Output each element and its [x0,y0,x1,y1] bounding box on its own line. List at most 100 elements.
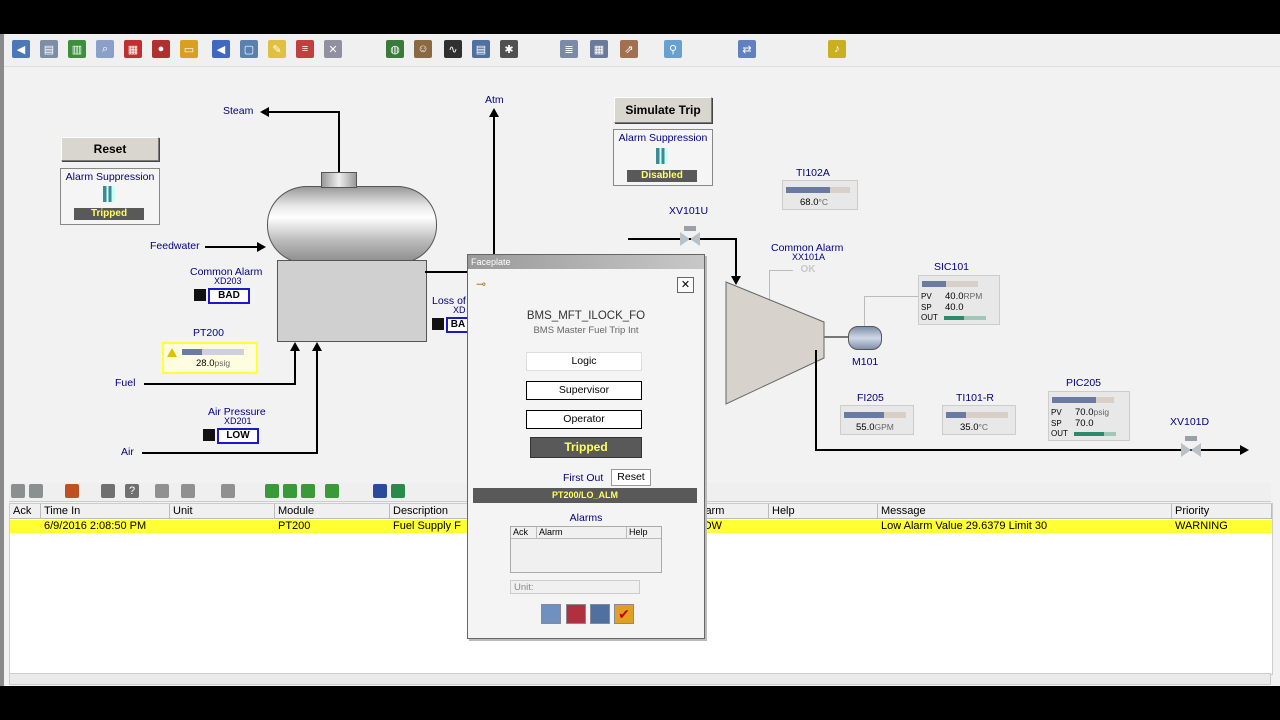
pin-icon[interactable]: ⊸ [476,277,486,291]
column-unit[interactable]: Unit [170,504,275,519]
column-message[interactable]: Message [878,504,1172,519]
close-icon[interactable]: ✕ [677,277,694,293]
search-icon[interactable] [541,604,561,624]
left-arrow-icon[interactable]: ◀ [212,40,230,58]
edit-icon[interactable]: ▤ [472,40,490,58]
faceplate-name: BMS_MFT_ILOCK_FO [526,310,646,322]
globe-icon[interactable]: ◍ [386,40,404,58]
ti102a-indicator[interactable]: 68.0°C [782,180,858,210]
first-out-reset-button[interactable]: Reset [611,469,651,486]
column-ack[interactable]: Ack [10,504,41,519]
trend-icon[interactable] [391,484,405,498]
suppress-icon[interactable] [301,484,315,498]
alarm-col-help: Help [627,527,661,539]
main-toolbar: ◀ ▤ ▥ ⌕ ▦ ● ▭ ◀ ▢ ✎ ≡ ✕ ◍ ☺ ∿ ▤ ✱ ≣ ▦ ⇗ … [4,34,1280,67]
export-icon[interactable] [221,484,235,498]
pic205-bar [1052,397,1096,403]
motor-m101[interactable] [848,326,882,350]
details-icon[interactable] [181,484,195,498]
pic205-controller[interactable]: PV 70.0psig SP 70.0 OUT [1048,391,1130,441]
print-icon[interactable] [155,484,169,498]
air-label: Air [121,446,134,458]
pic205-tag: PIC205 [1066,377,1102,389]
export-icon[interactable]: ⇗ [620,40,638,58]
ti101r-unit: °C [978,422,989,432]
common-alarm-right-tag: XX101A [792,252,826,262]
suppression-icon [656,148,668,164]
pic205-sp-label: SP [1051,419,1062,428]
grid-icon[interactable]: ▦ [124,40,142,58]
steam-drum [267,186,437,264]
delete-icon[interactable]: ✕ [324,40,342,58]
reset-button-left[interactable]: Reset [61,137,159,161]
column-time-in[interactable]: Time In [41,504,170,519]
silence-icon[interactable] [101,484,115,498]
cell-module: PT200 [278,520,311,532]
display-icon[interactable]: ▢ [240,40,258,58]
trend-icon[interactable]: ▥ [68,40,86,58]
print-icon[interactable]: ▤ [40,40,58,58]
cell-ack [10,520,41,533]
search-icon[interactable]: ⌕ [96,40,114,58]
unit-field[interactable]: Unit: [510,580,640,594]
common-alarm-right-status[interactable]: OK [793,264,823,276]
faceplate-details-icon[interactable] [566,604,586,624]
cell-priority: WARNING [1175,520,1228,532]
simulate-trip-button[interactable]: Simulate Trip [614,97,712,123]
table-icon[interactable]: ▦ [590,40,608,58]
trip-state: Tripped [530,437,642,458]
checkmark-icon[interactable]: ✔ [614,604,634,624]
air-pressure-status[interactable]: LOW [217,428,259,444]
boiler-body [277,260,427,342]
disable-icon[interactable] [283,484,297,498]
note-icon[interactable]: ✎ [268,40,286,58]
common-alarm-status[interactable]: BAD [208,288,250,304]
list-icon[interactable]: ≡ [296,40,314,58]
column-help[interactable]: Help [769,504,878,519]
sic101-controller[interactable]: PV 40.0RPM SP 40.0 OUT [918,275,1000,325]
column-priority[interactable]: Priority [1172,504,1272,519]
acknowledge-icon[interactable] [65,484,79,498]
logic-button[interactable]: Logic [526,352,642,371]
display-icon[interactable] [373,484,387,498]
users-icon[interactable]: ● [152,40,170,58]
trend-icon[interactable] [590,604,610,624]
operator-button[interactable]: Operator [526,410,642,429]
group-icon[interactable]: ☺ [414,40,432,58]
supervisor-button[interactable]: Supervisor [526,381,642,400]
horizontal-scrollbar[interactable] [9,673,1271,685]
tools-icon[interactable]: ✱ [500,40,518,58]
column-module[interactable]: Module [275,504,390,519]
filter-icon[interactable]: ⚲ [664,40,682,58]
fi205-indicator[interactable]: 55.0GPM [840,405,914,435]
faceplate-title[interactable]: Faceplate [468,255,704,269]
first-out-value: PT200/LO_ALM [473,488,697,503]
faceplate-alarm-list[interactable]: Ack Alarm Help [510,526,662,573]
sort-icon[interactable] [29,484,43,498]
back-icon[interactable]: ◀ [12,40,30,58]
chart-icon[interactable]: ∿ [444,40,462,58]
cell-message: Low Alarm Value 29.6379 Limit 30 [881,520,1048,532]
alarm-suppression-right: Alarm Suppression Disabled [613,129,713,186]
bell-icon[interactable]: ♪ [828,40,846,58]
column-alarm[interactable]: larm [700,504,769,519]
sic101-pv-unit: RPM [963,291,983,301]
layout-icon[interactable]: ⇄ [738,40,756,58]
faceplate-link-icon[interactable] [203,429,215,441]
common-alarm-tag: XD203 [214,276,242,286]
folder-icon[interactable]: ▭ [180,40,198,58]
ti101r-indicator[interactable]: 35.0°C [942,405,1016,435]
enable-icon[interactable] [265,484,279,498]
fi205-tag: FI205 [857,392,884,404]
pic205-out-label: OUT [1051,429,1068,438]
report-icon[interactable]: ≣ [560,40,578,58]
faceplate-link-icon[interactable] [194,289,206,301]
sic101-pv: 40.0 [945,291,964,302]
pt200-indicator[interactable]: 28.0psig [162,342,258,374]
filter-icon[interactable] [11,484,25,498]
help-icon[interactable]: ? [125,484,139,498]
fuel-label: Fuel [115,377,136,389]
faceplate-link-icon[interactable] [432,318,444,330]
ti102a-unit: °C [818,197,829,207]
shelve-icon[interactable] [325,484,339,498]
